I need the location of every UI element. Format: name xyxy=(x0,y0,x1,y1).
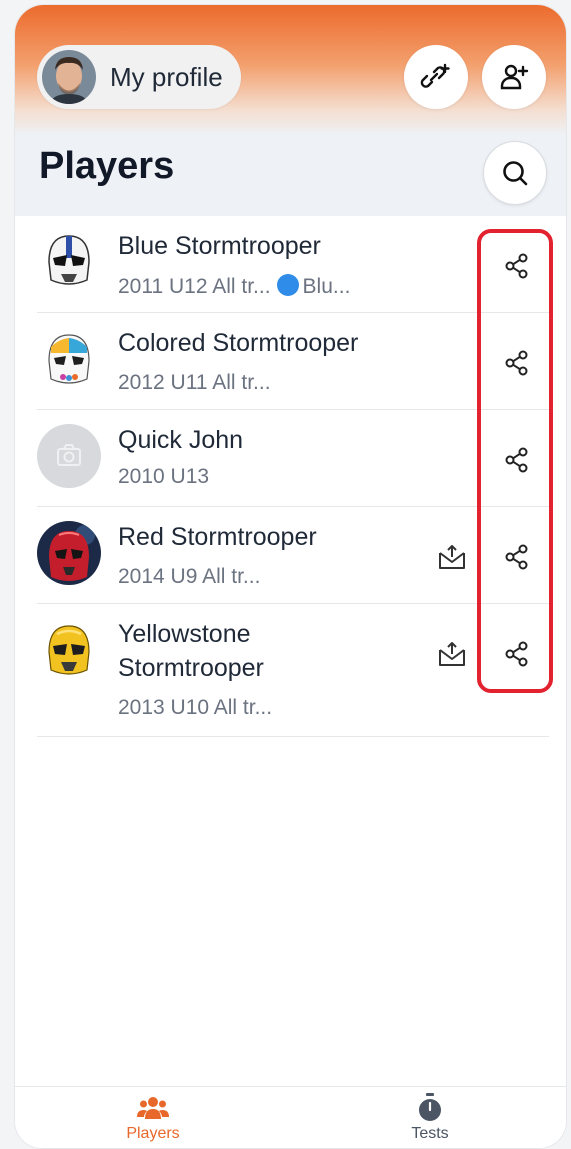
player-team-info: 2012 U11 All tr... xyxy=(118,371,271,394)
share-button[interactable] xyxy=(499,539,535,575)
share-button[interactable] xyxy=(499,345,535,381)
player-name: Blue Stormtrooper xyxy=(118,232,321,260)
app-screen: My profile Players Blue Stormtrooper 201… xyxy=(14,4,567,1149)
team-color-dot xyxy=(276,274,299,296)
player-name: Red Stormtrooper xyxy=(118,523,317,551)
share-icon xyxy=(505,544,528,570)
bottom-navigation: Players Tests xyxy=(15,1086,566,1148)
players-group-icon xyxy=(137,1097,169,1119)
share-button[interactable] xyxy=(499,636,535,672)
player-row[interactable]: Quick John 2010 U13 xyxy=(37,410,549,507)
export-button[interactable] xyxy=(434,539,470,575)
share-icon xyxy=(505,350,528,376)
nav-tests[interactable]: Tests xyxy=(370,1093,490,1143)
link-plus-icon xyxy=(420,63,450,88)
share-icon xyxy=(505,641,528,667)
user-plus-icon xyxy=(500,64,529,90)
page-title: Players xyxy=(39,145,175,187)
export-button[interactable] xyxy=(434,636,470,672)
player-team-info: 2011 U12 All tr... xyxy=(118,275,271,298)
player-name-line1: Yellowstone xyxy=(118,620,251,648)
player-team-suffix: Blu... xyxy=(302,275,351,298)
mail-export-icon xyxy=(439,642,465,666)
share-button[interactable] xyxy=(499,248,535,284)
camera-icon xyxy=(57,444,81,466)
nav-tests-label: Tests xyxy=(411,1125,449,1142)
search-icon xyxy=(503,161,528,186)
player-avatar xyxy=(37,327,101,391)
player-avatar-placeholder xyxy=(37,424,101,488)
player-team-info: 2013 U10 All tr... xyxy=(118,696,273,719)
search-button[interactable] xyxy=(483,141,547,205)
player-name-line2: Stormtrooper xyxy=(118,654,264,682)
add-player-button[interactable] xyxy=(482,45,546,109)
my-profile-button[interactable]: My profile xyxy=(37,45,241,109)
stopwatch-icon xyxy=(419,1093,441,1121)
share-button[interactable] xyxy=(499,442,535,478)
my-profile-label: My profile xyxy=(110,61,223,92)
mail-export-icon xyxy=(439,545,465,569)
player-team-info: 2010 U13 xyxy=(118,465,210,488)
share-icon xyxy=(505,253,528,279)
player-row[interactable]: Colored Stormtrooper 2012 U11 All tr... xyxy=(37,313,549,410)
nav-players[interactable]: Players xyxy=(93,1093,213,1143)
player-team-info: 2014 U9 All tr... xyxy=(118,565,261,588)
player-subtitle: 2011 U12 All tr... Blu... xyxy=(118,274,350,299)
nav-players-label: Players xyxy=(126,1125,180,1142)
player-avatar xyxy=(37,228,101,292)
player-row[interactable]: Yellowstone Stormtrooper 2013 U10 All tr… xyxy=(37,604,549,737)
avatar xyxy=(42,50,96,104)
player-name: Colored Stormtrooper xyxy=(118,329,359,357)
player-row[interactable]: Blue Stormtrooper 2011 U12 All tr... Blu.… xyxy=(37,216,549,313)
player-row[interactable]: Red Stormtrooper 2014 U9 All tr... xyxy=(37,507,549,604)
share-icon xyxy=(505,447,528,473)
player-name: Quick John xyxy=(118,426,244,454)
link-player-button[interactable] xyxy=(404,45,468,109)
player-avatar xyxy=(37,521,101,585)
player-avatar xyxy=(37,618,101,682)
